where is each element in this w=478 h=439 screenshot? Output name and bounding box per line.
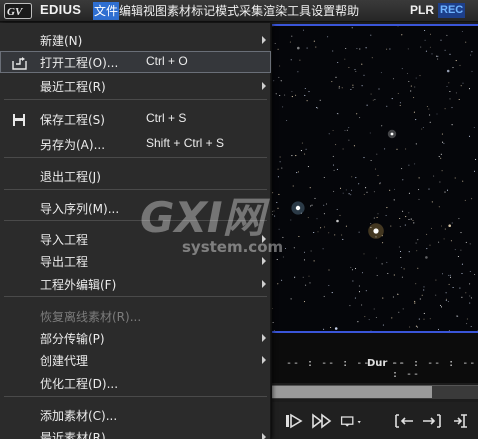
app-name: EDIUS [40, 2, 82, 17]
menu-item-8[interactable]: 导出工程 [0, 250, 271, 272]
menu-item-3[interactable]: 保存工程(S) Ctrl + S [0, 108, 271, 130]
menu-separator [4, 189, 267, 190]
loop-icon [340, 416, 361, 427]
title-bar: GV EDIUS 文件 编辑 视图 素材 标记 模式 采集 渲染 工具 设置 帮助 PLR REC [0, 0, 478, 22]
menu-item-label: 导出工程 [40, 255, 89, 269]
position-slider-fill [272, 386, 432, 398]
menu-item-label: 退出工程(J) [40, 170, 101, 184]
submenu-arrow-icon [262, 334, 266, 342]
menu-item-label: 最近工程(R) [40, 80, 106, 94]
file-menu-dropdown: 新建(N) 打开工程(O)... Ctrl + O 最近工程(R) 保存工程(S) Ctr… [0, 23, 271, 439]
menu-item-shortcut: Ctrl + S [146, 111, 187, 125]
menu-item-label: 工程外编辑(F) [40, 278, 117, 292]
menu-item-15[interactable]: 最近素材(R) [0, 426, 271, 439]
fast-forward-icon [312, 413, 332, 429]
menu-separator [4, 396, 267, 397]
timecode-in: -- : -- : -- : -- [286, 358, 406, 369]
menu-item-label: 打开工程(O)... [40, 56, 119, 70]
preview-monitor [272, 24, 478, 333]
menu-10[interactable]: 帮助 [335, 2, 359, 20]
edius-logo-icon: GV [4, 3, 32, 19]
menu-item-label: 恢复离线素材(R)... [40, 310, 142, 324]
loop-button[interactable] [340, 410, 364, 432]
menu-separator [4, 296, 267, 297]
play-icon [286, 413, 303, 429]
submenu-arrow-icon [262, 433, 266, 439]
menu-item-shortcut: Shift + Ctrl + S [146, 136, 225, 150]
menu-item-label: 优化工程(D)... [40, 377, 119, 391]
mark-out-icon [423, 414, 441, 428]
timecode-duration: -- : -- : -- : -- [392, 358, 477, 380]
submenu-arrow-icon [262, 280, 266, 288]
menu-separator [4, 99, 267, 100]
menu-item-shortcut: Ctrl + O [146, 54, 188, 68]
menu-item-label: 另存为(A)... [40, 138, 106, 152]
menu-item-10: 恢复离线素材(R)... [0, 305, 271, 327]
menu-7[interactable]: 渲染 [263, 2, 287, 20]
menu-item-6[interactable]: 导入序列(M)... [0, 197, 271, 219]
menu-item-label: 导入序列(M)... [40, 202, 120, 216]
mark-in-icon [395, 414, 413, 428]
menu-6[interactable]: 采集 [239, 2, 263, 20]
menu-separator [4, 220, 267, 221]
floppy-disk-icon [12, 112, 28, 126]
menu-1[interactable]: 编辑 [119, 2, 143, 20]
mark-in-button[interactable] [392, 410, 416, 432]
menu-item-label: 保存工程(S) [40, 113, 105, 127]
menu-item-1[interactable]: 打开工程(O)... Ctrl + O [0, 51, 271, 73]
menu-4[interactable]: 标记 [191, 2, 215, 20]
menu-item-label: 导入工程 [40, 233, 89, 247]
menu-item-13[interactable]: 优化工程(D)... [0, 372, 271, 394]
menu-item-label: 添加素材(C)... [40, 409, 118, 423]
rec-indicator[interactable]: REC [438, 3, 466, 18]
menu-item-label: 新建(N) [40, 34, 83, 48]
menu-bar: 文件 编辑 视图 素材 标记 模式 采集 渲染 工具 设置 帮助 [93, 2, 359, 20]
menu-item-4[interactable]: 另存为(A)... Shift + Ctrl + S [0, 133, 271, 155]
submenu-arrow-icon [262, 257, 266, 265]
mark-out-button[interactable] [420, 410, 444, 432]
svg-text:GV: GV [7, 6, 24, 18]
menu-item-12[interactable]: 创建代理 [0, 349, 271, 371]
menu-item-11[interactable]: 部分传输(P) [0, 327, 271, 349]
menu-item-5[interactable]: 退出工程(J) [0, 165, 271, 187]
plr-indicator[interactable]: PLR [410, 3, 434, 17]
fast-forward-button[interactable] [310, 410, 334, 432]
menu-item-label: 创建代理 [40, 354, 89, 368]
menu-9[interactable]: 设置 [311, 2, 335, 20]
menu-item-label: 最近素材(R) [40, 431, 106, 439]
mark-split-button[interactable] [452, 410, 476, 432]
menu-item-9[interactable]: 工程外编辑(F) [0, 273, 271, 295]
menu-item-label: 部分传输(P) [40, 332, 105, 346]
menu-item-2[interactable]: 最近工程(R) [0, 75, 271, 97]
submenu-arrow-icon [262, 235, 266, 243]
menu-5[interactable]: 模式 [215, 2, 239, 20]
duration-label: Dur [367, 358, 388, 369]
submenu-arrow-icon [262, 356, 266, 364]
menu-item-7[interactable]: 导入工程 [0, 228, 271, 250]
open-folder-icon [12, 55, 28, 70]
menu-item-14[interactable]: 添加素材(C)... [0, 404, 271, 426]
menu-item-0[interactable]: 新建(N) [0, 29, 271, 51]
menu-0[interactable]: 文件 [93, 2, 120, 20]
menu-separator [4, 157, 267, 158]
starfield-image [272, 24, 478, 333]
mark-split-icon [454, 414, 467, 428]
play-button[interactable] [282, 410, 306, 432]
submenu-arrow-icon [262, 36, 266, 44]
menu-2[interactable]: 视图 [143, 2, 167, 20]
menu-8[interactable]: 工具 [287, 2, 311, 20]
menu-3[interactable]: 素材 [167, 2, 191, 20]
submenu-arrow-icon [262, 82, 266, 90]
